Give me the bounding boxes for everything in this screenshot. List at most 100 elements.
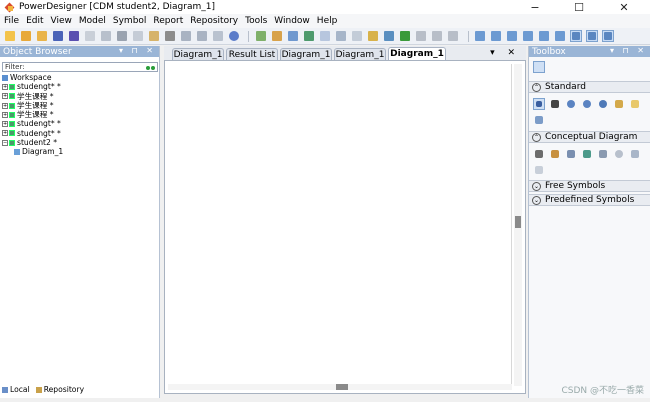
package-icon[interactable] xyxy=(629,148,641,160)
vertical-scroll-thumb[interactable] xyxy=(515,216,521,228)
window-layout-1-icon[interactable] xyxy=(474,30,486,42)
filter-apply-icon[interactable] xyxy=(145,63,155,70)
tree-item-workspace[interactable]: Workspace xyxy=(2,73,63,82)
window-layout-3-icon[interactable] xyxy=(506,30,518,42)
delete-icon[interactable] xyxy=(164,30,176,42)
font-icon[interactable] xyxy=(415,30,427,42)
menu-report[interactable]: Report xyxy=(153,16,183,26)
open-package-icon[interactable] xyxy=(597,98,609,110)
large-icons-view-icon[interactable] xyxy=(533,61,545,73)
window-layout-5-icon[interactable] xyxy=(538,30,550,42)
menu-file[interactable]: File xyxy=(4,16,19,26)
save-all-icon[interactable] xyxy=(68,30,80,42)
check-model-icon[interactable] xyxy=(255,30,267,42)
tab-diagram-3[interactable]: Diagram_1 xyxy=(334,48,386,60)
link-icon[interactable] xyxy=(533,114,545,126)
object-browser-toggle-icon[interactable] xyxy=(570,30,582,42)
menu-tools[interactable]: Tools xyxy=(245,16,267,26)
diagram-canvas[interactable] xyxy=(168,64,512,386)
menu-edit[interactable]: Edit xyxy=(26,16,43,26)
expand-icon[interactable]: + xyxy=(2,121,8,128)
zoom-in-icon[interactable] xyxy=(565,98,577,110)
tree-item-model[interactable]: + 学生课程 * xyxy=(2,110,63,119)
expand-icon[interactable]: + xyxy=(2,83,8,90)
new-model-icon[interactable] xyxy=(20,30,32,42)
web-icon[interactable] xyxy=(228,30,240,42)
close-button[interactable]: ✕ xyxy=(602,0,646,14)
tab-local[interactable]: Local xyxy=(2,385,30,394)
tab-repository[interactable]: Repository xyxy=(35,385,84,394)
undo-icon[interactable] xyxy=(180,30,192,42)
delete-icon[interactable] xyxy=(533,148,545,160)
inheritance-icon[interactable] xyxy=(565,148,577,160)
generate-icon[interactable] xyxy=(271,30,283,42)
properties-icon[interactable] xyxy=(613,98,625,110)
grid-icon[interactable] xyxy=(335,30,347,42)
redo-icon[interactable] xyxy=(196,30,208,42)
tree-item-model[interactable]: − student2 * xyxy=(2,138,63,147)
grabber-icon[interactable] xyxy=(549,98,561,110)
collapse-icon[interactable]: − xyxy=(2,139,8,146)
new-icon[interactable] xyxy=(4,30,16,42)
menu-view[interactable]: View xyxy=(51,16,72,26)
cut-icon[interactable] xyxy=(116,30,128,42)
compare-icon[interactable] xyxy=(303,30,315,42)
tab-diagram-2[interactable]: Diagram_1 xyxy=(280,48,332,60)
tree-item-model[interactable]: + studengt* * xyxy=(2,129,63,138)
vertical-scrollbar[interactable] xyxy=(514,64,522,386)
print-preview-icon[interactable] xyxy=(84,30,96,42)
align-icon[interactable] xyxy=(447,30,459,42)
diagram-icon[interactable] xyxy=(319,30,331,42)
expand-icon[interactable]: + xyxy=(2,102,8,109)
toolbox-toggle-icon[interactable] xyxy=(602,30,614,42)
tree-item-model[interactable]: + 学生课程 * xyxy=(2,101,63,110)
association-link-icon[interactable] xyxy=(613,148,625,160)
expand-icon[interactable]: + xyxy=(2,93,8,100)
find-icon[interactable] xyxy=(212,30,224,42)
relationship-icon[interactable] xyxy=(581,148,593,160)
menu-help[interactable]: Help xyxy=(317,16,338,26)
tree-item-model[interactable]: + 学生课程 * xyxy=(2,92,63,101)
menu-repository[interactable]: Repository xyxy=(190,16,238,26)
table-icon[interactable] xyxy=(351,30,363,42)
print-icon[interactable] xyxy=(100,30,112,42)
tree-item-model[interactable]: + studengt* * xyxy=(2,82,63,91)
section-predefined-symbols[interactable]: ⌄ Predefined Symbols xyxy=(529,194,650,206)
window-layout-4-icon[interactable] xyxy=(522,30,534,42)
paste-icon[interactable] xyxy=(148,30,160,42)
copy-icon[interactable] xyxy=(132,30,144,42)
zoom-out-icon[interactable] xyxy=(581,98,593,110)
save-icon[interactable] xyxy=(52,30,64,42)
tab-controls[interactable]: ▾ ✕ xyxy=(490,48,520,58)
menu-window[interactable]: Window xyxy=(274,16,310,26)
tree-item-model[interactable]: + studengt* * xyxy=(2,119,63,128)
filter-input[interactable]: Filter: xyxy=(2,62,158,72)
note-icon[interactable] xyxy=(629,98,641,110)
window-layout-6-icon[interactable] xyxy=(554,30,566,42)
horizontal-scrollbar[interactable] xyxy=(168,384,512,390)
report-icon[interactable] xyxy=(287,30,299,42)
horizontal-scroll-thumb[interactable] xyxy=(336,384,348,390)
section-conceptual-diagram[interactable]: ⌃ Conceptual Diagram xyxy=(529,131,650,143)
expand-icon[interactable]: + xyxy=(2,111,8,118)
minimize-button[interactable]: − xyxy=(513,0,557,14)
pointer-icon[interactable] xyxy=(533,98,545,110)
tab-result-list[interactable]: Result List xyxy=(226,48,278,60)
tree-item-diagram[interactable]: Diagram_1 xyxy=(2,147,63,156)
association-icon[interactable] xyxy=(597,148,609,160)
menu-model[interactable]: Model xyxy=(79,16,106,26)
menu-symbol[interactable]: Symbol xyxy=(113,16,147,26)
file-icon[interactable] xyxy=(533,164,545,176)
window-layout-2-icon[interactable] xyxy=(490,30,502,42)
section-free-symbols[interactable]: ⌄ Free Symbols xyxy=(529,180,650,192)
toolbox-controls[interactable]: ▾ ⊓ ✕ xyxy=(610,46,647,55)
arrange-icon[interactable] xyxy=(431,30,443,42)
tab-diagram-1[interactable]: Diagram_1 xyxy=(172,48,224,60)
section-standard[interactable]: ⌃ Standard xyxy=(529,81,650,93)
output-toggle-icon[interactable] xyxy=(586,30,598,42)
fill-icon[interactable] xyxy=(383,30,395,42)
open-icon[interactable] xyxy=(36,30,48,42)
tab-diagram-active[interactable]: Diagram_1 xyxy=(388,47,446,60)
expand-icon[interactable]: + xyxy=(2,130,8,137)
text-color-icon[interactable] xyxy=(399,30,411,42)
